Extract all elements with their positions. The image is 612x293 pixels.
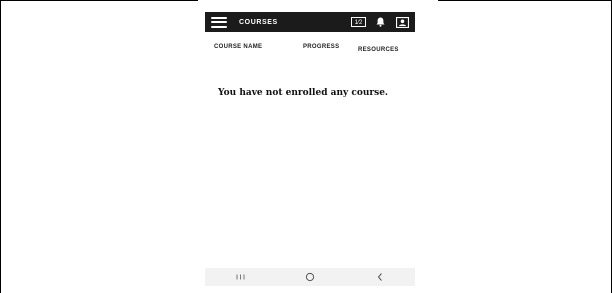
table-border-left (0, 0, 1, 293)
empty-state-message: You have not enrolled any course. (218, 88, 389, 98)
back-icon[interactable] (365, 269, 395, 285)
app-bar-actions: 1⁄2 (351, 16, 409, 28)
phone-screen: COURSES 1⁄2 COURSE NAME PROGRESS RESOURC… (198, 0, 438, 293)
system-nav-bar (205, 268, 415, 286)
column-resources[interactable]: RESOURCES (358, 47, 399, 53)
menu-icon[interactable] (211, 16, 227, 28)
column-course-name[interactable]: COURSE NAME (214, 44, 262, 50)
translate-icon[interactable]: 1⁄2 (351, 17, 366, 27)
home-icon[interactable] (295, 269, 325, 285)
page-title: COURSES (239, 18, 278, 26)
bell-icon[interactable] (376, 17, 385, 27)
course-table-header: COURSE NAME PROGRESS RESOURCES (198, 44, 438, 58)
app-bar: COURSES 1⁄2 (205, 12, 415, 32)
column-progress[interactable]: PROGRESS (303, 44, 339, 50)
profile-icon[interactable] (396, 16, 409, 28)
recents-icon[interactable] (225, 269, 255, 285)
screenshot-frame: COURSES 1⁄2 COURSE NAME PROGRESS RESOURC… (0, 0, 612, 293)
